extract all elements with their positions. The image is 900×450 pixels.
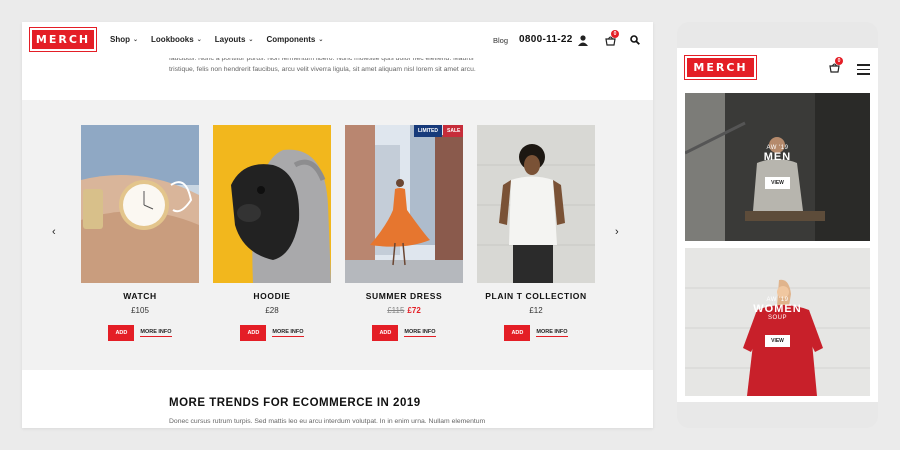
product-price: £12	[529, 306, 543, 315]
mobile-screen: MERCH 0 AW '19 MEN VIEW AW '19 WOMEN SOU…	[677, 48, 878, 402]
blog-link[interactable]: Blog	[493, 36, 508, 45]
mobile-logo[interactable]: MERCH	[684, 55, 757, 80]
product-actions: ADD MORE INFO	[345, 325, 463, 341]
product-image-hoodie[interactable]	[213, 125, 331, 283]
trends-text: Donec cursus rutrum turpis. Sed mattis l…	[169, 418, 486, 425]
category-subtitle: SOUP	[767, 315, 787, 321]
user-icon[interactable]	[577, 34, 589, 46]
nav-item-components[interactable]: Components ⌄	[266, 35, 323, 44]
chevron-down-icon: ⌄	[318, 37, 324, 43]
nav-label: Layouts	[214, 35, 246, 44]
more-info-link[interactable]: MORE INFO	[536, 329, 568, 337]
mobile-frame: MERCH 0 AW '19 MEN VIEW AW '19 WOMEN SOU…	[677, 22, 878, 428]
sale-badge: SALE	[443, 125, 463, 137]
site-header: MERCH Shop ⌄ Lookbooks ⌄ Layouts ⌄ Componen…	[22, 22, 653, 58]
product-card-hoodie[interactable]: HOODIE £28 ADD MORE INFO	[213, 125, 331, 341]
product-name: WATCH	[123, 291, 157, 301]
search-icon[interactable]	[629, 34, 641, 46]
product-image-summer-dress[interactable]: LIMITED SALE	[345, 125, 463, 283]
trends-heading: MORE TRENDS FOR ECOMMERCE IN 2019	[169, 397, 421, 409]
cart-icon[interactable]: 0	[827, 57, 843, 74]
cart-count-badge: 0	[611, 30, 619, 38]
product-price: £115 £72	[345, 306, 463, 315]
desktop-frame: MERCH Shop ⌄ Lookbooks ⌄ Layouts ⌄ Componen…	[22, 22, 653, 428]
category-card-women[interactable]: AW '19 WOMEN SOUP VIEW	[685, 248, 870, 396]
nav-item-lookbooks[interactable]: Lookbooks ⌄	[151, 35, 202, 44]
carousel-prev-icon[interactable]: ‹	[52, 226, 56, 238]
product-actions: ADD MORE INFO	[213, 325, 331, 341]
main-nav: Shop ⌄ Lookbooks ⌄ Layouts ⌄ Components ⌄	[110, 35, 323, 44]
chevron-down-icon: ⌄	[248, 37, 254, 43]
more-info-link[interactable]: MORE INFO	[272, 329, 304, 337]
product-name: HOODIE	[253, 291, 291, 301]
product-card-summer-dress[interactable]: LIMITED SALE SUMMER DRESS £115 £72 ADD MO…	[345, 125, 463, 341]
product-price: £105	[131, 306, 149, 315]
category-overlay: AW '19 WOMEN SOUP VIEW	[685, 248, 870, 396]
product-actions: ADD MORE INFO	[477, 325, 595, 341]
nav-item-layouts[interactable]: Layouts ⌄	[215, 35, 254, 44]
nav-item-shop[interactable]: Shop ⌄	[110, 35, 138, 44]
product-card-watch[interactable]: WATCH £105 ADD MORE INFO	[81, 125, 199, 341]
carousel-next-icon[interactable]: ›	[615, 226, 619, 238]
cart-count-badge: 0	[835, 57, 843, 65]
add-to-cart-button[interactable]: ADD	[108, 325, 135, 341]
nav-label: Shop	[110, 35, 130, 44]
product-image-plain-t[interactable]	[477, 125, 595, 283]
hamburger-menu-icon[interactable]	[857, 64, 870, 78]
logo[interactable]: MERCH	[29, 27, 97, 52]
more-info-link[interactable]: MORE INFO	[404, 329, 436, 337]
add-to-cart-button[interactable]: ADD	[504, 325, 531, 341]
sale-price: £72	[407, 306, 421, 315]
product-image-watch[interactable]	[81, 125, 199, 283]
product-name: PLAIN T COLLECTION	[485, 291, 587, 301]
product-actions: ADD MORE INFO	[81, 325, 199, 341]
category-title: WOMEN	[753, 303, 802, 315]
category-title: MEN	[763, 151, 792, 163]
view-button[interactable]: VIEW	[765, 335, 790, 347]
add-to-cart-button[interactable]: ADD	[372, 325, 399, 341]
intro-line: tristique, felis non hendrerit faucibus,…	[169, 66, 476, 73]
add-to-cart-button[interactable]: ADD	[240, 325, 267, 341]
view-button[interactable]: VIEW	[765, 177, 790, 189]
category-overlay: AW '19 MEN VIEW	[685, 93, 870, 241]
phone-number: 0800-11-22	[519, 34, 573, 45]
nav-label: Components	[266, 35, 316, 44]
limited-badge: LIMITED	[414, 125, 442, 137]
nav-label: Lookbooks	[151, 35, 194, 44]
product-name: SUMMER DRESS	[365, 291, 443, 301]
chevron-down-icon: ⌄	[133, 37, 139, 43]
category-card-men[interactable]: AW '19 MEN VIEW	[685, 93, 870, 241]
chevron-down-icon: ⌄	[196, 37, 202, 43]
product-card-plain-t[interactable]: PLAIN T COLLECTION £12 ADD MORE INFO	[477, 125, 595, 341]
cart-icon[interactable]: 0	[603, 30, 619, 47]
product-price: £28	[265, 306, 279, 315]
old-price: £115	[387, 306, 405, 315]
more-info-link[interactable]: MORE INFO	[140, 329, 172, 337]
